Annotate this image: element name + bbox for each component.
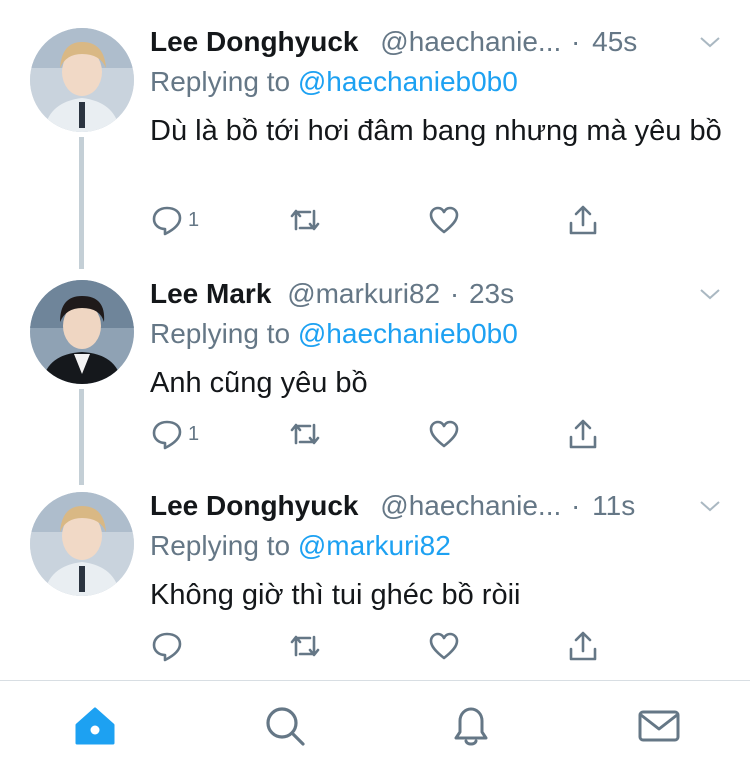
like-button[interactable] [427, 200, 461, 240]
avatar[interactable] [30, 492, 134, 596]
tab-search[interactable] [262, 703, 308, 749]
separator-dot: · [449, 278, 460, 309]
tweet-header: Lee Donghyuck @haechanie... · 11s [150, 486, 635, 526]
replying-handle-link[interactable]: @haechanieb0b0 [298, 318, 518, 349]
tweet[interactable]: Lee Donghyuck @haechanie... · 45s Replyi… [0, 22, 750, 262]
bottom-tab-bar [0, 680, 750, 769]
heart-icon [429, 206, 459, 234]
replying-to: Replying to @haechanieb0b0 [150, 62, 518, 102]
chevron-down-icon[interactable] [698, 494, 722, 518]
heart-icon [429, 420, 459, 448]
user-handle[interactable]: @markuri82 [287, 278, 440, 309]
avatar[interactable] [30, 280, 134, 384]
user-handle[interactable]: @haechanie... [380, 490, 561, 521]
tweet[interactable]: Lee Donghyuck @haechanie... · 11s Replyi… [0, 486, 750, 676]
replying-to: Replying to @haechanieb0b0 [150, 314, 518, 354]
home-icon [75, 707, 115, 745]
reply-icon [152, 420, 182, 450]
retweet-icon [290, 209, 320, 231]
reply-button[interactable]: 1 [150, 200, 199, 240]
tab-messages[interactable] [636, 703, 682, 749]
share-button[interactable] [566, 626, 600, 666]
tab-notifications[interactable] [448, 703, 494, 749]
tweet-text: Anh cũng yêu bồ [150, 367, 368, 399]
search-icon [266, 707, 305, 746]
replying-prefix: Replying to [150, 318, 291, 349]
tweet-header: Lee Donghyuck @haechanie... · 45s [150, 22, 637, 62]
retweet-button[interactable] [288, 200, 322, 240]
notifications-icon [454, 707, 488, 746]
reply-count: 1 [188, 422, 200, 445]
reply-icon [152, 632, 182, 662]
separator-dot: · [571, 26, 581, 57]
retweet-button[interactable] [288, 414, 322, 454]
chevron-down-icon[interactable] [698, 30, 722, 54]
display-name[interactable]: Lee Mark [150, 278, 271, 309]
reply-button[interactable] [150, 626, 188, 666]
user-handle[interactable]: @haechanie... [380, 26, 561, 57]
share-button[interactable] [566, 414, 600, 454]
retweet-icon [290, 635, 320, 657]
replying-to: Replying to @markuri82 [150, 526, 451, 566]
retweet-button[interactable] [288, 626, 322, 666]
replying-handle-link[interactable]: @markuri82 [298, 530, 451, 561]
timestamp[interactable]: 11s [592, 490, 635, 521]
tweet-text: Không giờ thì tui ghéc bồ ròii [150, 579, 521, 611]
replying-prefix: Replying to [150, 530, 291, 561]
display-name[interactable]: Lee Donghyuck [150, 490, 358, 521]
timestamp[interactable]: 23s [469, 278, 514, 309]
like-button[interactable] [427, 626, 461, 666]
like-button[interactable] [427, 414, 461, 454]
retweet-icon [290, 423, 320, 445]
separator-dot: · [571, 490, 581, 521]
reply-button[interactable]: 1 [150, 414, 199, 454]
heart-icon [429, 632, 459, 660]
timestamp[interactable]: 45s [592, 26, 637, 57]
reply-icon [152, 206, 182, 236]
tweet[interactable]: Lee Mark @markuri82 · 23s Replying to @h… [0, 274, 750, 474]
share-button[interactable] [566, 200, 600, 240]
share-icon [569, 205, 597, 235]
share-icon [569, 631, 597, 661]
tweet-header: Lee Mark @markuri82 · 23s [150, 274, 514, 314]
replying-prefix: Replying to [150, 66, 291, 97]
share-icon [569, 419, 597, 449]
reply-count: 1 [188, 208, 200, 231]
avatar[interactable] [30, 28, 134, 132]
tab-home[interactable] [72, 703, 118, 749]
chevron-down-icon[interactable] [698, 282, 722, 306]
replying-handle-link[interactable]: @haechanieb0b0 [298, 66, 518, 97]
messages-icon [638, 710, 680, 742]
display-name[interactable]: Lee Donghyuck [150, 26, 358, 57]
tweet-text: Dù là bồ tới hơi đâm bang nhưng mà yêu b… [150, 115, 722, 147]
